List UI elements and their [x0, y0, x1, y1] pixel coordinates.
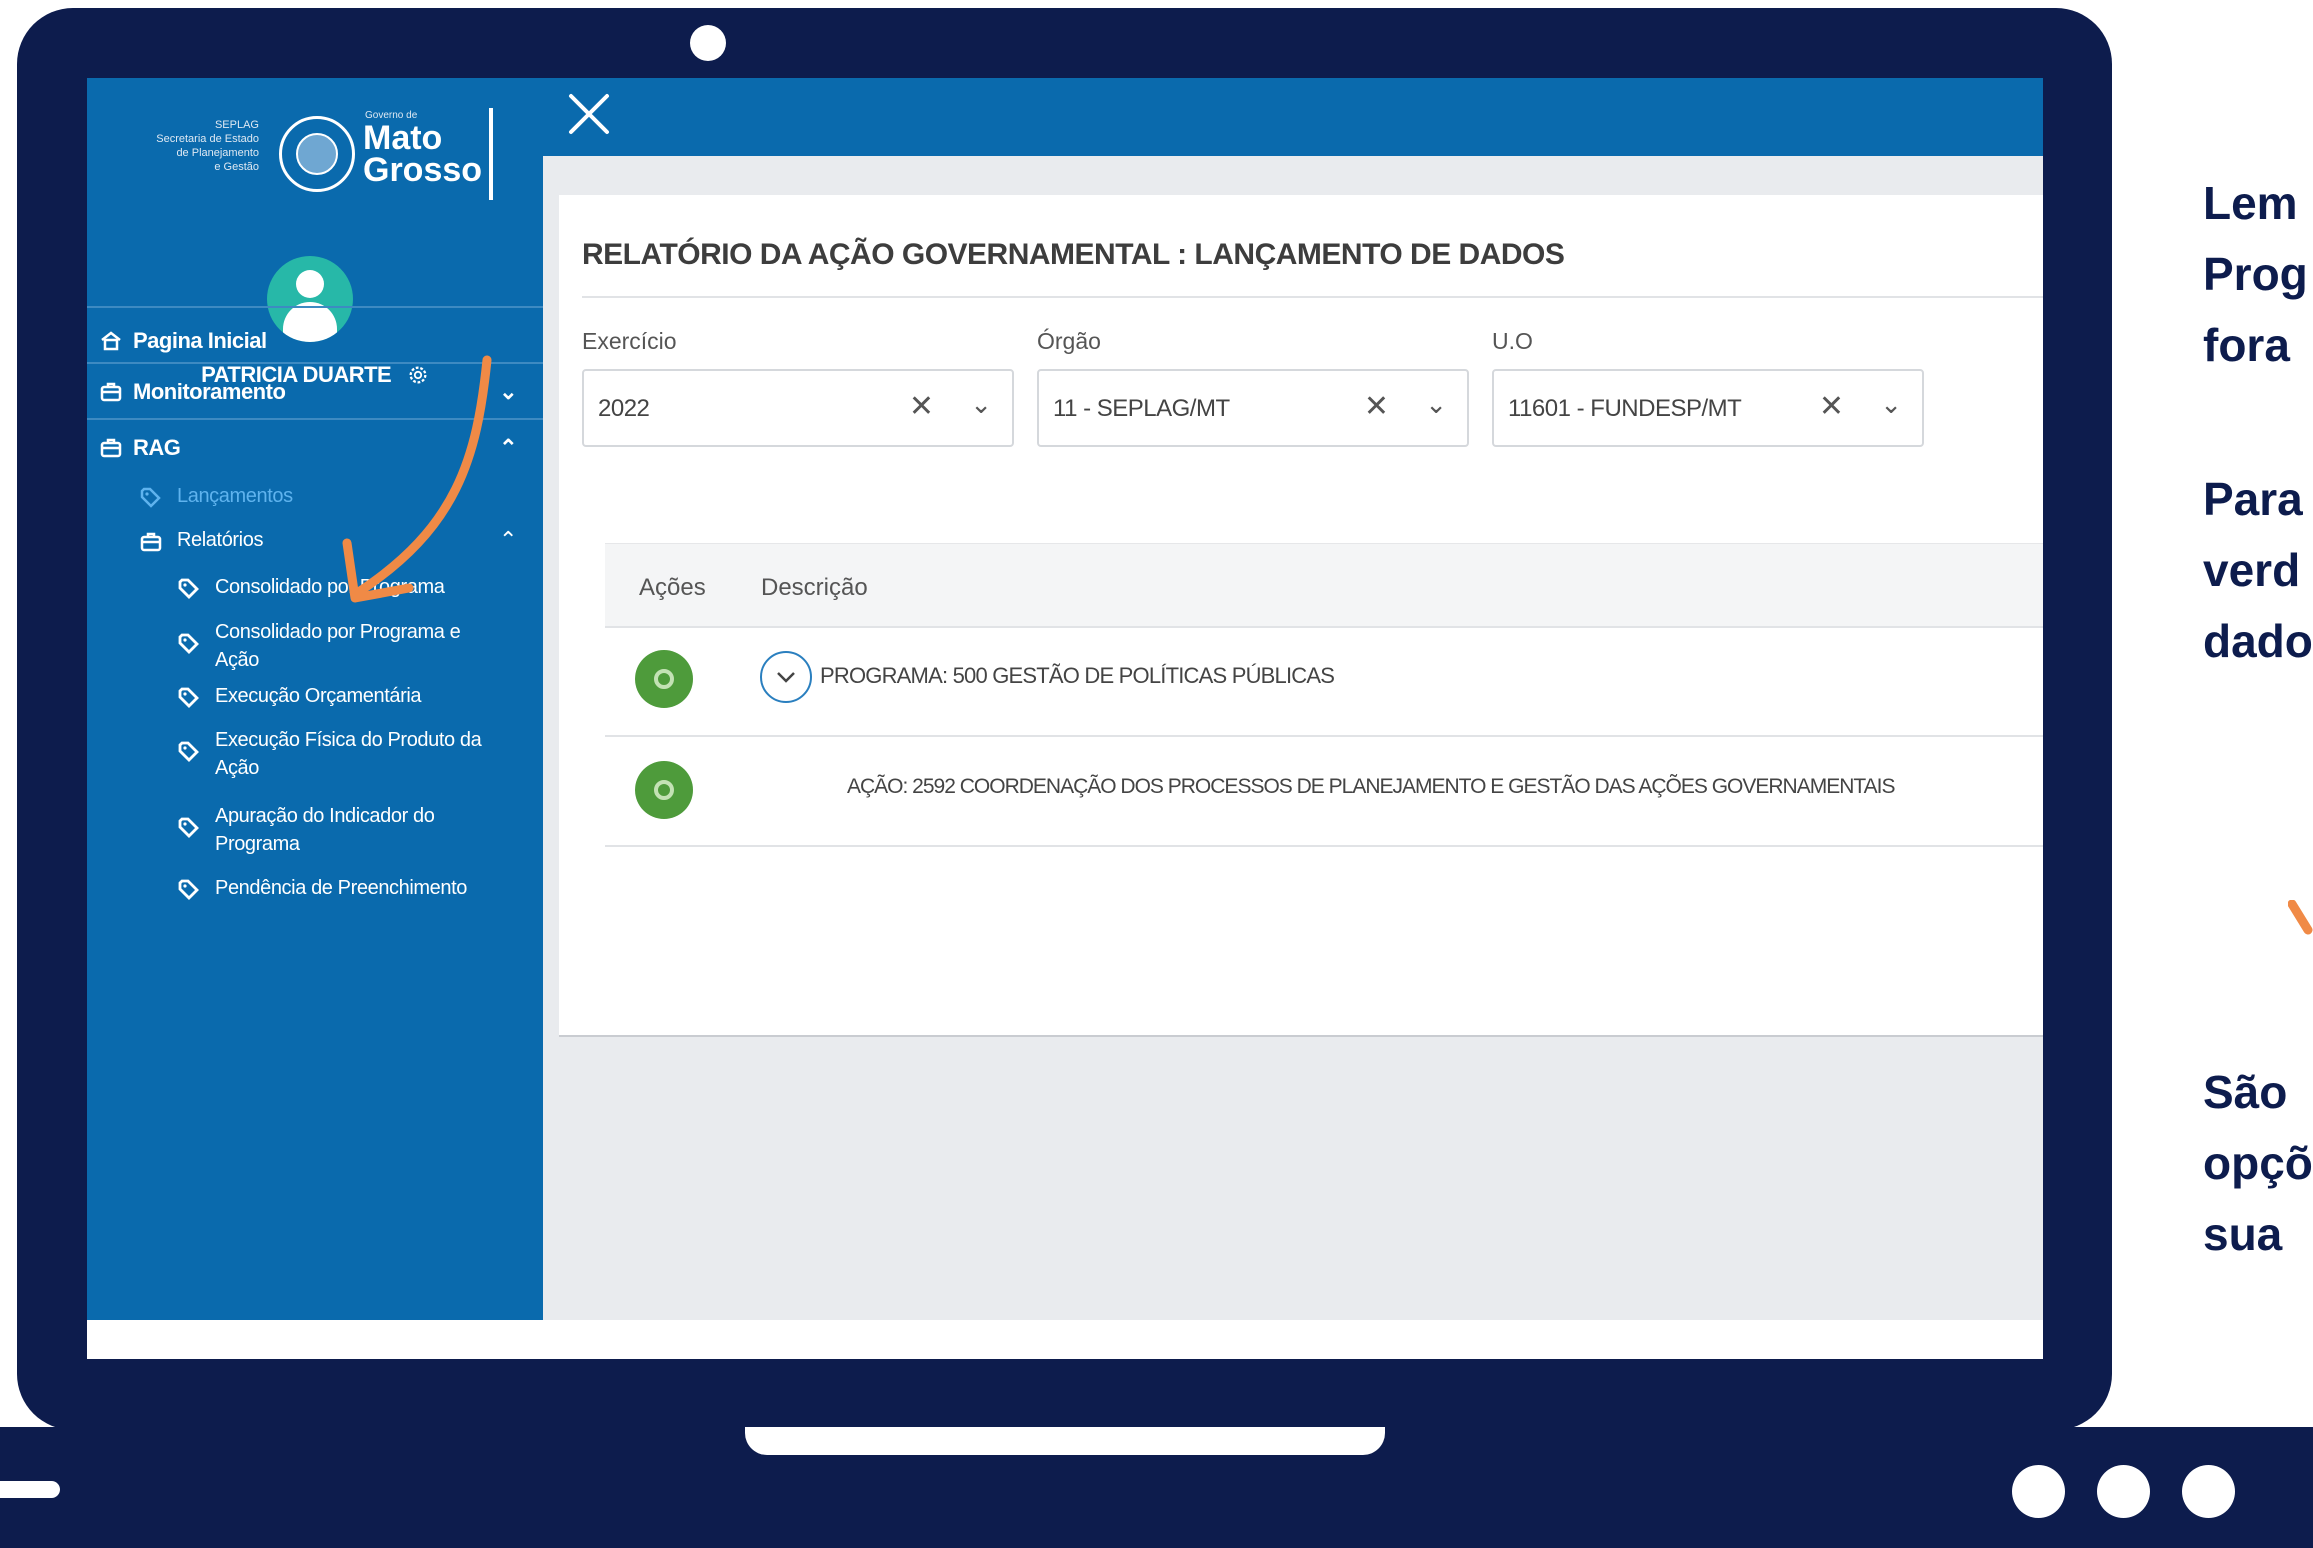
column-header-descricao: Descrição — [761, 574, 868, 601]
sidebar: SEPLAG Secretaria de Estado de Planejame… — [87, 78, 543, 1320]
orgao-select[interactable]: 11 - SEPLAG/MT ✕ ⌄ — [1037, 369, 1469, 447]
uo-select[interactable]: 11601 - FUNDESP/MT ✕ ⌄ — [1492, 369, 1924, 447]
table-header: Ações Descrição — [605, 543, 2043, 628]
briefcase-icon — [140, 532, 162, 552]
tag-icon — [178, 879, 199, 900]
sidebar-item-apuracao-indicador[interactable]: Apuração do Indicador do Programa — [177, 802, 435, 858]
close-icon[interactable] — [563, 88, 615, 140]
tag-icon — [178, 633, 199, 654]
table-row: AÇÃO: 2592 COORDENAÇÃO DOS PROCESSOS DE … — [605, 735, 2043, 847]
camera-dot — [690, 25, 726, 61]
clear-icon[interactable]: ✕ — [1364, 389, 1389, 424]
tag-icon — [178, 578, 199, 599]
filter-label-exercicio: Exercício — [582, 328, 677, 354]
column-header-acoes: Ações — [639, 574, 706, 601]
decorative-dot — [2182, 1465, 2235, 1518]
tag-icon — [140, 487, 161, 508]
filter-label-orgao: Órgão — [1037, 328, 1101, 354]
home-icon — [101, 331, 121, 351]
sidebar-item-label: Lançamentos — [177, 485, 293, 507]
laptop-notch — [745, 1427, 1385, 1455]
select-value: 2022 — [598, 395, 650, 422]
side-text-block: Lem Prog fora — [2203, 177, 2308, 371]
decorative-dot — [2097, 1465, 2150, 1518]
tag-icon — [178, 687, 199, 708]
briefcase-icon — [100, 438, 122, 457]
exercicio-select[interactable]: 2022 ✕ ⌄ — [582, 369, 1014, 447]
chevron-down-icon[interactable]: ⌄ — [970, 389, 992, 420]
clear-icon[interactable]: ✕ — [909, 389, 934, 424]
settings-action-button[interactable] — [635, 761, 693, 819]
sidebar-item-label: Execução Física do Produto da Ação — [215, 729, 482, 779]
expand-toggle[interactable] — [760, 651, 812, 703]
decorative-dash — [0, 1481, 60, 1498]
sidebar-item-label: Relatórios — [177, 529, 264, 551]
app-screen: SEPLAG Secretaria de Estado de Planejame… — [87, 78, 2043, 1359]
annotation-arrow-icon — [2288, 900, 2313, 935]
side-text-block: São opçõ sua — [2203, 1066, 2313, 1260]
filter-label-uo: U.O — [1492, 328, 1533, 354]
sidebar-item-execucao-orcamentaria[interactable]: Execução Orçamentária — [177, 682, 422, 710]
top-bar — [543, 78, 2043, 156]
table-row: PROGRAMA: 500 GESTÃO DE POLÍTICAS PÚBLIC… — [605, 625, 2043, 737]
avatar-head — [296, 270, 324, 298]
row-description: PROGRAMA: 500 GESTÃO DE POLÍTICAS PÚBLIC… — [820, 663, 1335, 688]
select-value: 11 - SEPLAG/MT — [1053, 395, 1230, 422]
logo-state-name: Mato Grosso — [363, 119, 483, 189]
sidebar-item-execucao-fisica[interactable]: Execução Física do Produto da Ação — [177, 726, 482, 782]
settings-action-button[interactable] — [635, 650, 693, 708]
logo-divider — [489, 108, 493, 200]
chevron-down-icon[interactable]: ⌄ — [1425, 389, 1447, 420]
tag-icon — [178, 817, 199, 838]
chevron-down-icon[interactable]: ⌄ — [1880, 389, 1902, 420]
sidebar-item-label: Apuração do Indicador do Programa — [215, 805, 435, 855]
sidebar-item-label: Pendência de Preenchimento — [215, 877, 468, 899]
sidebar-item-pendencia[interactable]: Pendência de Preenchimento — [177, 874, 467, 902]
logo-agency-text: SEPLAG Secretaria de Estado de Planejame… — [156, 119, 259, 173]
tag-icon — [178, 741, 199, 762]
logo: SEPLAG Secretaria de Estado de Planejame… — [139, 106, 499, 202]
briefcase-icon — [100, 382, 122, 401]
clear-icon[interactable]: ✕ — [1819, 389, 1844, 424]
row-description: AÇÃO: 2592 COORDENAÇÃO DOS PROCESSOS DE … — [847, 775, 1895, 798]
side-text-block: Para verd dado — [2203, 473, 2313, 667]
sidebar-item-label: Execução Orçamentária — [215, 685, 422, 707]
chevron-down-icon — [777, 672, 795, 683]
annotation-arrow-icon — [342, 355, 492, 603]
nav-label: Pagina Inicial — [133, 328, 267, 353]
sidebar-item-lancamentos[interactable]: Lançamentos — [139, 482, 293, 510]
page-title: RELATÓRIO DA AÇÃO GOVERNAMENTAL : LANÇAM… — [582, 238, 1565, 271]
nav-label: Monitoramento — [133, 378, 286, 404]
select-value: 11601 - FUNDESP/MT — [1508, 395, 1742, 422]
decorative-dot — [2012, 1465, 2065, 1518]
divider — [582, 296, 2043, 298]
state-seal-icon — [279, 116, 355, 192]
nav-label: RAG — [133, 434, 181, 460]
